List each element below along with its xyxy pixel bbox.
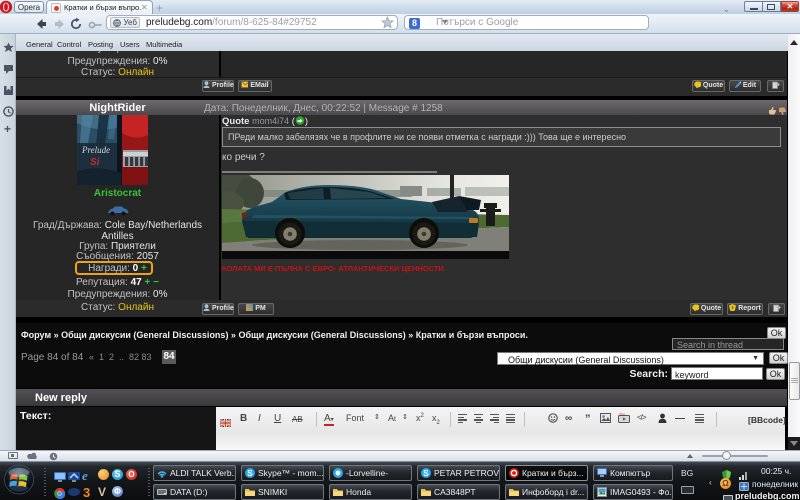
svg-text:Si: Si xyxy=(90,157,100,168)
svg-text:You: You xyxy=(619,413,625,417)
svg-text:Prelude: Prelude xyxy=(81,145,110,155)
svg-text:S: S xyxy=(247,469,253,478)
svg-text:S: S xyxy=(423,469,429,478)
